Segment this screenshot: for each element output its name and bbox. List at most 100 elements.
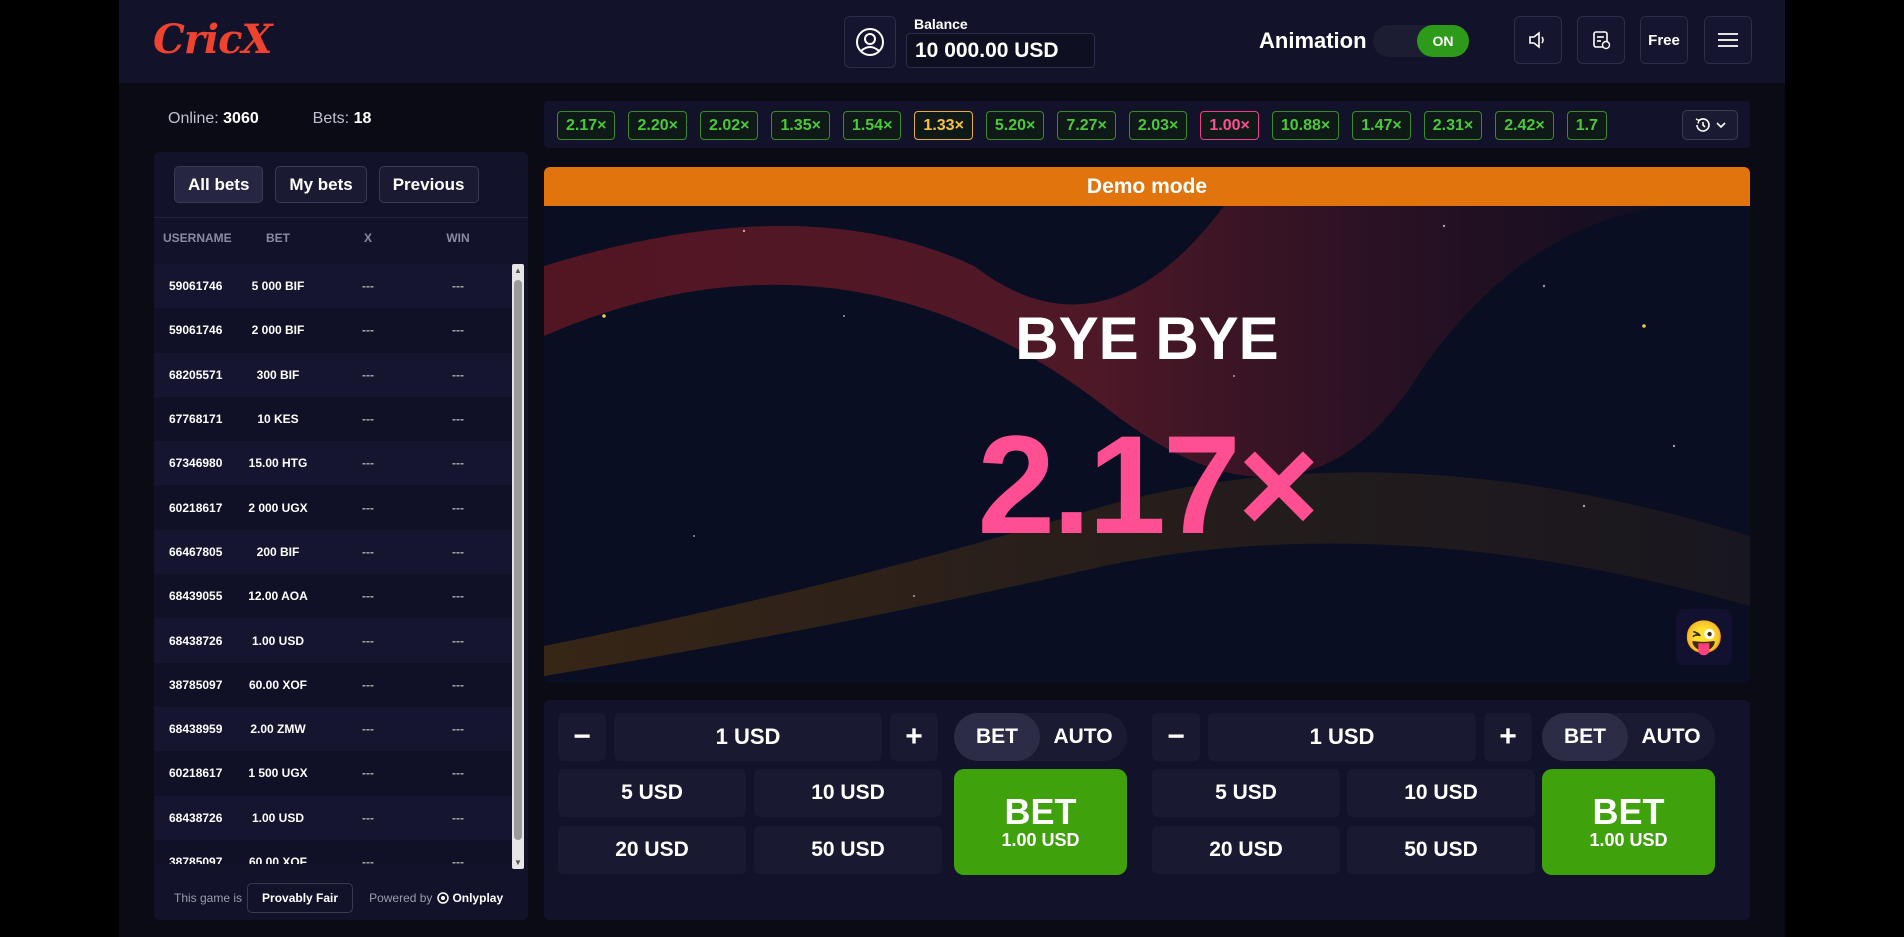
multiplier-chip[interactable]: 2.03×	[1128, 111, 1188, 140]
multiplier-chip[interactable]: 1.47×	[1352, 111, 1411, 140]
increase-amount-button[interactable]: +	[890, 713, 938, 761]
col-username: USERNAME	[163, 230, 232, 245]
place-bet-label: BET	[1004, 790, 1077, 832]
bet-amount-field[interactable]: 1 USD	[614, 713, 882, 761]
onlyplay-brand: Onlyplay	[452, 891, 504, 905]
increase-amount-button[interactable]: +	[1484, 713, 1532, 761]
history-icon	[1695, 118, 1710, 132]
table-row: 67346980 15.00 HTG --- ---	[154, 441, 512, 486]
mode-bet-tab[interactable]: BET	[954, 713, 1040, 761]
round-status-text: BYE BYE	[1015, 305, 1279, 372]
row-multiplier: ---	[362, 677, 374, 692]
multiplier-chip[interactable]: 10.88×	[1271, 111, 1340, 140]
tab-my-bets[interactable]: My bets	[275, 166, 367, 203]
row-bet: 5 000 BIF	[251, 279, 305, 294]
multiplier-chip[interactable]: 1.33×	[914, 111, 973, 140]
table-row: 68438726 1.00 USD --- ---	[154, 618, 512, 663]
row-username: 67346980	[169, 456, 223, 471]
chevron-down-icon	[1716, 122, 1726, 129]
multiplier-chip[interactable]: 2.17×	[557, 111, 616, 140]
history-dropdown-button[interactable]	[1682, 110, 1738, 140]
quick-amount-button[interactable]: 5 USD	[1152, 769, 1340, 817]
row-multiplier: ---	[362, 279, 374, 294]
onlyplay-logo: Onlyplay	[437, 891, 503, 905]
bet-panel-1: − 1 USD + BET AUTO 5 USD 10 USD 20 USD 5…	[544, 700, 1127, 920]
menu-button[interactable]	[1704, 16, 1752, 64]
row-bet: 1.00 USD	[251, 633, 305, 648]
scroll-down-icon[interactable]: ▼	[513, 858, 523, 867]
tab-previous[interactable]: Previous	[378, 166, 479, 203]
row-multiplier: ---	[362, 456, 374, 471]
bet-amount-field[interactable]: 1 USD	[1208, 713, 1476, 761]
row-username: 60218617	[169, 766, 223, 781]
place-bet-button[interactable]: BET 1.00 USD	[954, 769, 1127, 875]
multiplier-chip[interactable]: 1.7	[1566, 111, 1607, 140]
user-profile-button[interactable]	[844, 16, 896, 68]
row-win: ---	[452, 544, 464, 559]
multiplier-chip[interactable]: 2.42×	[1495, 111, 1554, 140]
table-row: 59061746 2 000 BIF --- ---	[154, 308, 512, 353]
multiplier-chip[interactable]: 2.20×	[628, 111, 687, 140]
row-username: 68438959	[169, 722, 223, 737]
quick-amount-button[interactable]: 5 USD	[558, 769, 746, 817]
table-row: 68205571 300 BIF --- ---	[154, 352, 512, 397]
bets-scrollbar[interactable]: ▲ ▼	[512, 264, 524, 869]
quick-amount-button[interactable]: 10 USD	[754, 769, 942, 817]
row-bet: 300 BIF	[256, 367, 300, 382]
col-win: WIN	[446, 230, 470, 245]
place-bet-amount: 1.00 USD	[1001, 829, 1080, 850]
quick-amount-button[interactable]: 50 USD	[754, 826, 942, 874]
rules-button[interactable]	[1577, 16, 1625, 64]
quick-amount-button[interactable]: 20 USD	[1152, 826, 1340, 874]
bets-table-body[interactable]: 59061746 5 000 BIF --- --- 59061746 2 000 BIF…	[154, 264, 512, 864]
bets-table-header: USERNAME BET X WIN	[154, 217, 528, 257]
table-row: 66467805 200 BIF --- ---	[154, 529, 512, 575]
user-icon	[856, 28, 884, 56]
row-multiplier: ---	[362, 810, 374, 825]
row-username: 60218617	[169, 500, 223, 515]
place-bet-amount: 1.00 USD	[1589, 829, 1668, 850]
multiplier-chip[interactable]: 1.54×	[842, 111, 902, 140]
animation-toggle-state: ON	[1417, 25, 1469, 57]
multiplier-chip[interactable]: 2.31×	[1423, 111, 1483, 140]
row-username: 68439055	[169, 589, 223, 604]
table-row: 38785097 60.00 XOF --- ---	[154, 839, 512, 864]
row-win: ---	[452, 589, 464, 604]
row-multiplier: ---	[362, 367, 374, 382]
row-bet: 2.00 ZMW	[250, 722, 306, 737]
decrease-amount-button[interactable]: −	[558, 713, 606, 761]
scroll-thumb[interactable]	[514, 280, 522, 840]
quick-amount-button[interactable]: 50 USD	[1347, 826, 1535, 874]
table-row: 68438959 2.00 ZMW --- ---	[154, 706, 512, 752]
footer-text: This game is	[174, 891, 243, 905]
row-multiplier: ---	[362, 722, 374, 737]
free-bets-button[interactable]: Free	[1640, 16, 1688, 64]
game-area: Demo mode BYE BYE 2.17× 😜	[544, 167, 1750, 683]
multiplier-chip[interactable]: 1.00×	[1200, 111, 1259, 140]
row-multiplier: ---	[362, 633, 374, 648]
row-win: ---	[452, 279, 464, 294]
row-bet: 60.00 XOF	[248, 677, 308, 692]
quick-amount-button[interactable]: 20 USD	[558, 826, 746, 874]
row-bet: 2 000 BIF	[251, 323, 305, 338]
animation-toggle[interactable]: ON	[1373, 25, 1469, 57]
provably-fair-button[interactable]: Provably Fair	[247, 883, 354, 913]
place-bet-button[interactable]: BET 1.00 USD	[1542, 769, 1715, 875]
col-bet: BET	[266, 230, 290, 245]
multiplier-chip[interactable]: 5.20×	[985, 111, 1045, 140]
table-row: 60218617 1 500 UGX --- ---	[154, 751, 512, 796]
mode-bet-tab[interactable]: BET	[1542, 713, 1628, 761]
mode-auto-tab[interactable]: AUTO	[1628, 713, 1714, 761]
tab-all-bets[interactable]: All bets	[174, 166, 264, 203]
decrease-amount-button[interactable]: −	[1152, 713, 1200, 761]
multiplier-chip[interactable]: 1.35×	[771, 111, 830, 140]
multiplier-chip[interactable]: 7.27×	[1057, 111, 1116, 140]
multiplier-chip[interactable]: 2.02×	[699, 111, 759, 140]
mode-auto-tab[interactable]: AUTO	[1040, 713, 1126, 761]
demo-mode-banner: Demo mode	[544, 167, 1750, 206]
sound-button[interactable]	[1514, 16, 1562, 64]
row-bet: 60.00 XOF	[248, 855, 308, 864]
scroll-up-icon[interactable]: ▲	[513, 266, 523, 275]
quick-amount-button[interactable]: 10 USD	[1347, 769, 1535, 817]
emoji-reaction-button[interactable]: 😜	[1676, 609, 1732, 665]
